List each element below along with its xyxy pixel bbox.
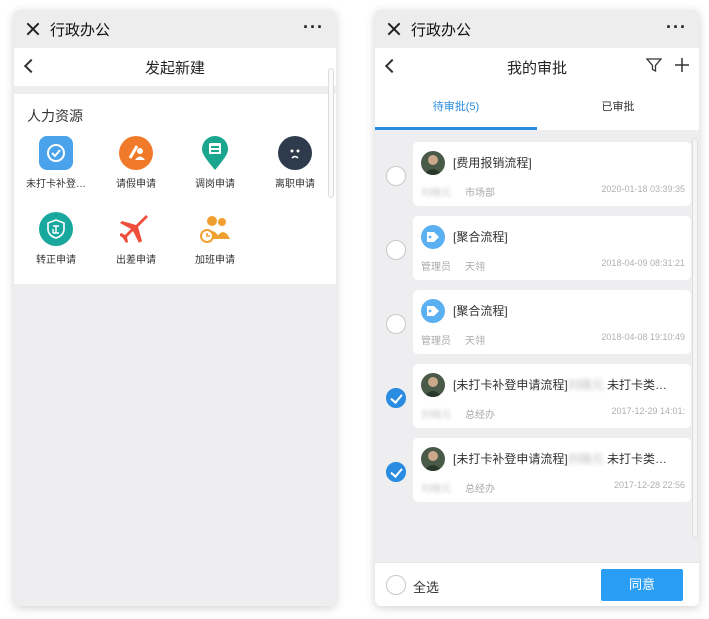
window-titlebar: 行政办公 ··· <box>14 10 336 48</box>
item-dept: 总经办 <box>465 410 495 421</box>
item-checkbox[interactable] <box>386 314 406 334</box>
item-checkbox[interactable] <box>386 388 406 408</box>
more-icon[interactable]: ··· <box>666 18 687 36</box>
app-leave[interactable]: 请假申请 <box>96 136 176 190</box>
item-checkbox[interactable] <box>386 240 406 260</box>
app-label: 离职申请 <box>275 179 315 190</box>
item-user: 刘晓元 <box>421 410 451 421</box>
add-icon[interactable] <box>673 56 691 74</box>
avatar <box>421 151 445 175</box>
list-item[interactable]: [费用报销流程] 刘晓元 市场部 2020-01-18 03:39:35 <box>375 142 699 206</box>
approval-card[interactable]: [聚合流程] 管理员 天翎 2018-04-08 19:10:49 <box>413 290 691 354</box>
app-overtime[interactable]: 加班申请 <box>175 212 255 266</box>
item-user: 刘晓元 <box>421 484 451 495</box>
launcher-screen: 行政办公 ··· 发起新建 人力资源 未打卡补登… 请假申请 调岗申请 离职申请… <box>14 10 336 606</box>
list-item[interactable]: [未打卡补登申请流程]刘晓元 未打卡类… 刘晓元 总经办 2017-12-29 … <box>375 364 699 428</box>
app-label: 转正申请 <box>36 255 76 266</box>
app-label: 请假申请 <box>116 179 156 190</box>
item-dept: 总经办 <box>465 484 495 495</box>
scrollbar[interactable] <box>692 138 698 538</box>
item-checkbox[interactable] <box>386 462 406 482</box>
tag-icon <box>421 225 445 249</box>
select-all-checkbox[interactable] <box>386 575 406 595</box>
app-business-trip[interactable]: 出差申请 <box>96 212 176 266</box>
app-missed-punch[interactable]: 未打卡补登… <box>16 136 96 190</box>
item-dept: 市场部 <box>465 188 495 199</box>
list-item[interactable]: [聚合流程] 管理员 天翎 2018-04-08 19:10:49 <box>375 290 699 354</box>
section-title: 人力资源 <box>27 108 83 124</box>
nav-bar: 我的审批 <box>375 48 699 86</box>
app-resign[interactable]: 离职申请 <box>255 136 335 190</box>
item-title: [聚合流程] <box>453 304 508 318</box>
hr-section: 人力资源 未打卡补登… 请假申请 调岗申请 离职申请 转正申请 出差申请 加班申… <box>14 94 336 284</box>
app-label: 未打卡补登… <box>26 179 86 190</box>
page-title: 发起新建 <box>144 59 205 77</box>
overtime-icon <box>198 212 232 246</box>
avatar <box>421 373 445 397</box>
item-title: [未打卡补登申请流程]刘晓元 未打卡类… <box>453 378 668 392</box>
bottom-action-bar: 全选 同意 <box>375 562 699 606</box>
approval-card[interactable]: [聚合流程] 管理员 天翎 2018-04-09 08:31:21 <box>413 216 691 280</box>
approval-list: [费用报销流程] 刘晓元 市场部 2020-01-18 03:39:35 [聚合… <box>375 130 699 562</box>
item-user: 管理员 <box>421 262 451 273</box>
scrollbar[interactable] <box>328 68 334 198</box>
list-item[interactable]: [聚合流程] 管理员 天翎 2018-04-09 08:31:21 <box>375 216 699 280</box>
window-titlebar: 行政办公 ··· <box>375 10 699 48</box>
nav-actions <box>645 56 691 74</box>
window-title: 行政办公 <box>50 21 111 39</box>
tab-pending[interactable]: 待审批(5) <box>375 86 537 130</box>
approval-card[interactable]: [未打卡补登申请流程]刘晓元 未打卡类… 刘晓元 总经办 2017-12-28 … <box>413 438 691 502</box>
page-title: 我的审批 <box>506 59 567 77</box>
app-label: 加班申请 <box>195 255 235 266</box>
close-icon[interactable] <box>22 18 44 40</box>
item-user: 刘晓元 <box>421 188 451 199</box>
more-icon[interactable]: ··· <box>303 18 324 36</box>
item-dept: 天翎 <box>465 336 485 347</box>
app-label: 出差申请 <box>116 255 156 266</box>
item-time: 2018-04-08 19:10:49 <box>601 332 685 342</box>
item-checkbox[interactable] <box>386 166 406 186</box>
tag-icon <box>421 299 445 323</box>
item-title: [费用报销流程] <box>453 156 532 170</box>
tab-approved[interactable]: 已审批 <box>537 86 699 130</box>
regular-shield-icon <box>39 212 73 246</box>
app-regularization[interactable]: 转正申请 <box>16 212 96 266</box>
avatar <box>421 447 445 471</box>
item-title: [未打卡补登申请流程]刘晓元 未打卡类… <box>453 452 668 466</box>
list-item[interactable]: [未打卡补登申请流程]刘晓元 未打卡类… 刘晓元 总经办 2017-12-28 … <box>375 438 699 502</box>
window-title: 行政办公 <box>411 21 472 39</box>
approval-card[interactable]: [费用报销流程] 刘晓元 市场部 2020-01-18 03:39:35 <box>413 142 691 206</box>
item-time: 2017-12-29 14:01: <box>611 406 685 416</box>
tab-bar: 待审批(5) 已审批 <box>375 86 699 130</box>
filter-icon[interactable] <box>645 56 663 74</box>
item-title: [聚合流程] <box>453 230 508 244</box>
back-icon[interactable] <box>23 58 39 74</box>
airplane-icon <box>119 212 153 246</box>
approval-card[interactable]: [未打卡补登申请流程]刘晓元 未打卡类… 刘晓元 总经办 2017-12-29 … <box>413 364 691 428</box>
item-time: 2020-01-18 03:39:35 <box>601 184 685 194</box>
item-dept: 天翎 <box>465 262 485 273</box>
clock-check-icon <box>39 136 73 170</box>
transfer-pin-icon <box>198 136 232 170</box>
item-user: 管理员 <box>421 336 451 347</box>
resign-face-icon <box>278 136 312 170</box>
close-icon[interactable] <box>383 18 405 40</box>
item-time: 2018-04-09 08:31:21 <box>601 258 685 268</box>
approval-screen: 行政办公 ··· 我的审批 待审批(5) 已审批 [费用报销流程] 刘晓元 市场… <box>375 10 699 606</box>
select-all-label[interactable]: 全选 <box>413 577 439 596</box>
app-transfer[interactable]: 调岗申请 <box>175 136 255 190</box>
item-time: 2017-12-28 22:56 <box>613 480 685 490</box>
nav-bar: 发起新建 <box>14 48 336 86</box>
leave-icon <box>119 136 153 170</box>
app-label: 调岗申请 <box>195 179 235 190</box>
back-icon[interactable] <box>384 58 400 74</box>
agree-button[interactable]: 同意 <box>601 569 683 601</box>
